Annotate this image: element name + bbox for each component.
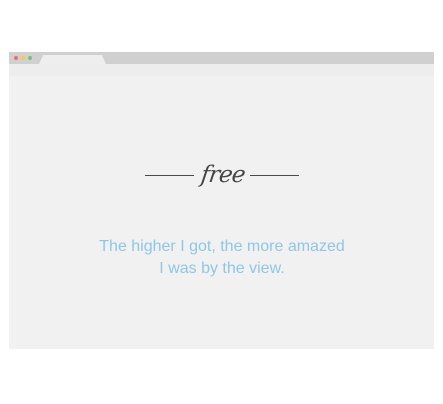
- browser-window: free The higher I got, the more amazed I…: [9, 52, 434, 349]
- tab-right-edge: [95, 55, 106, 64]
- quote-text: The higher I got, the more amazed I was …: [99, 238, 345, 277]
- tab-left-edge: [39, 55, 50, 64]
- page-content: free The higher I got, the more amazed I…: [9, 76, 434, 349]
- free-title: free: [199, 162, 247, 188]
- right-divider-line: [250, 175, 299, 176]
- close-window-icon[interactable]: [14, 56, 18, 60]
- free-heading: free: [145, 161, 299, 191]
- tab-strip: [9, 52, 434, 64]
- maximize-window-icon[interactable]: [28, 56, 32, 60]
- browser-tab[interactable]: [39, 55, 106, 64]
- window-chrome: [9, 52, 434, 76]
- minimize-window-icon[interactable]: [21, 56, 25, 60]
- left-divider-line: [145, 175, 194, 176]
